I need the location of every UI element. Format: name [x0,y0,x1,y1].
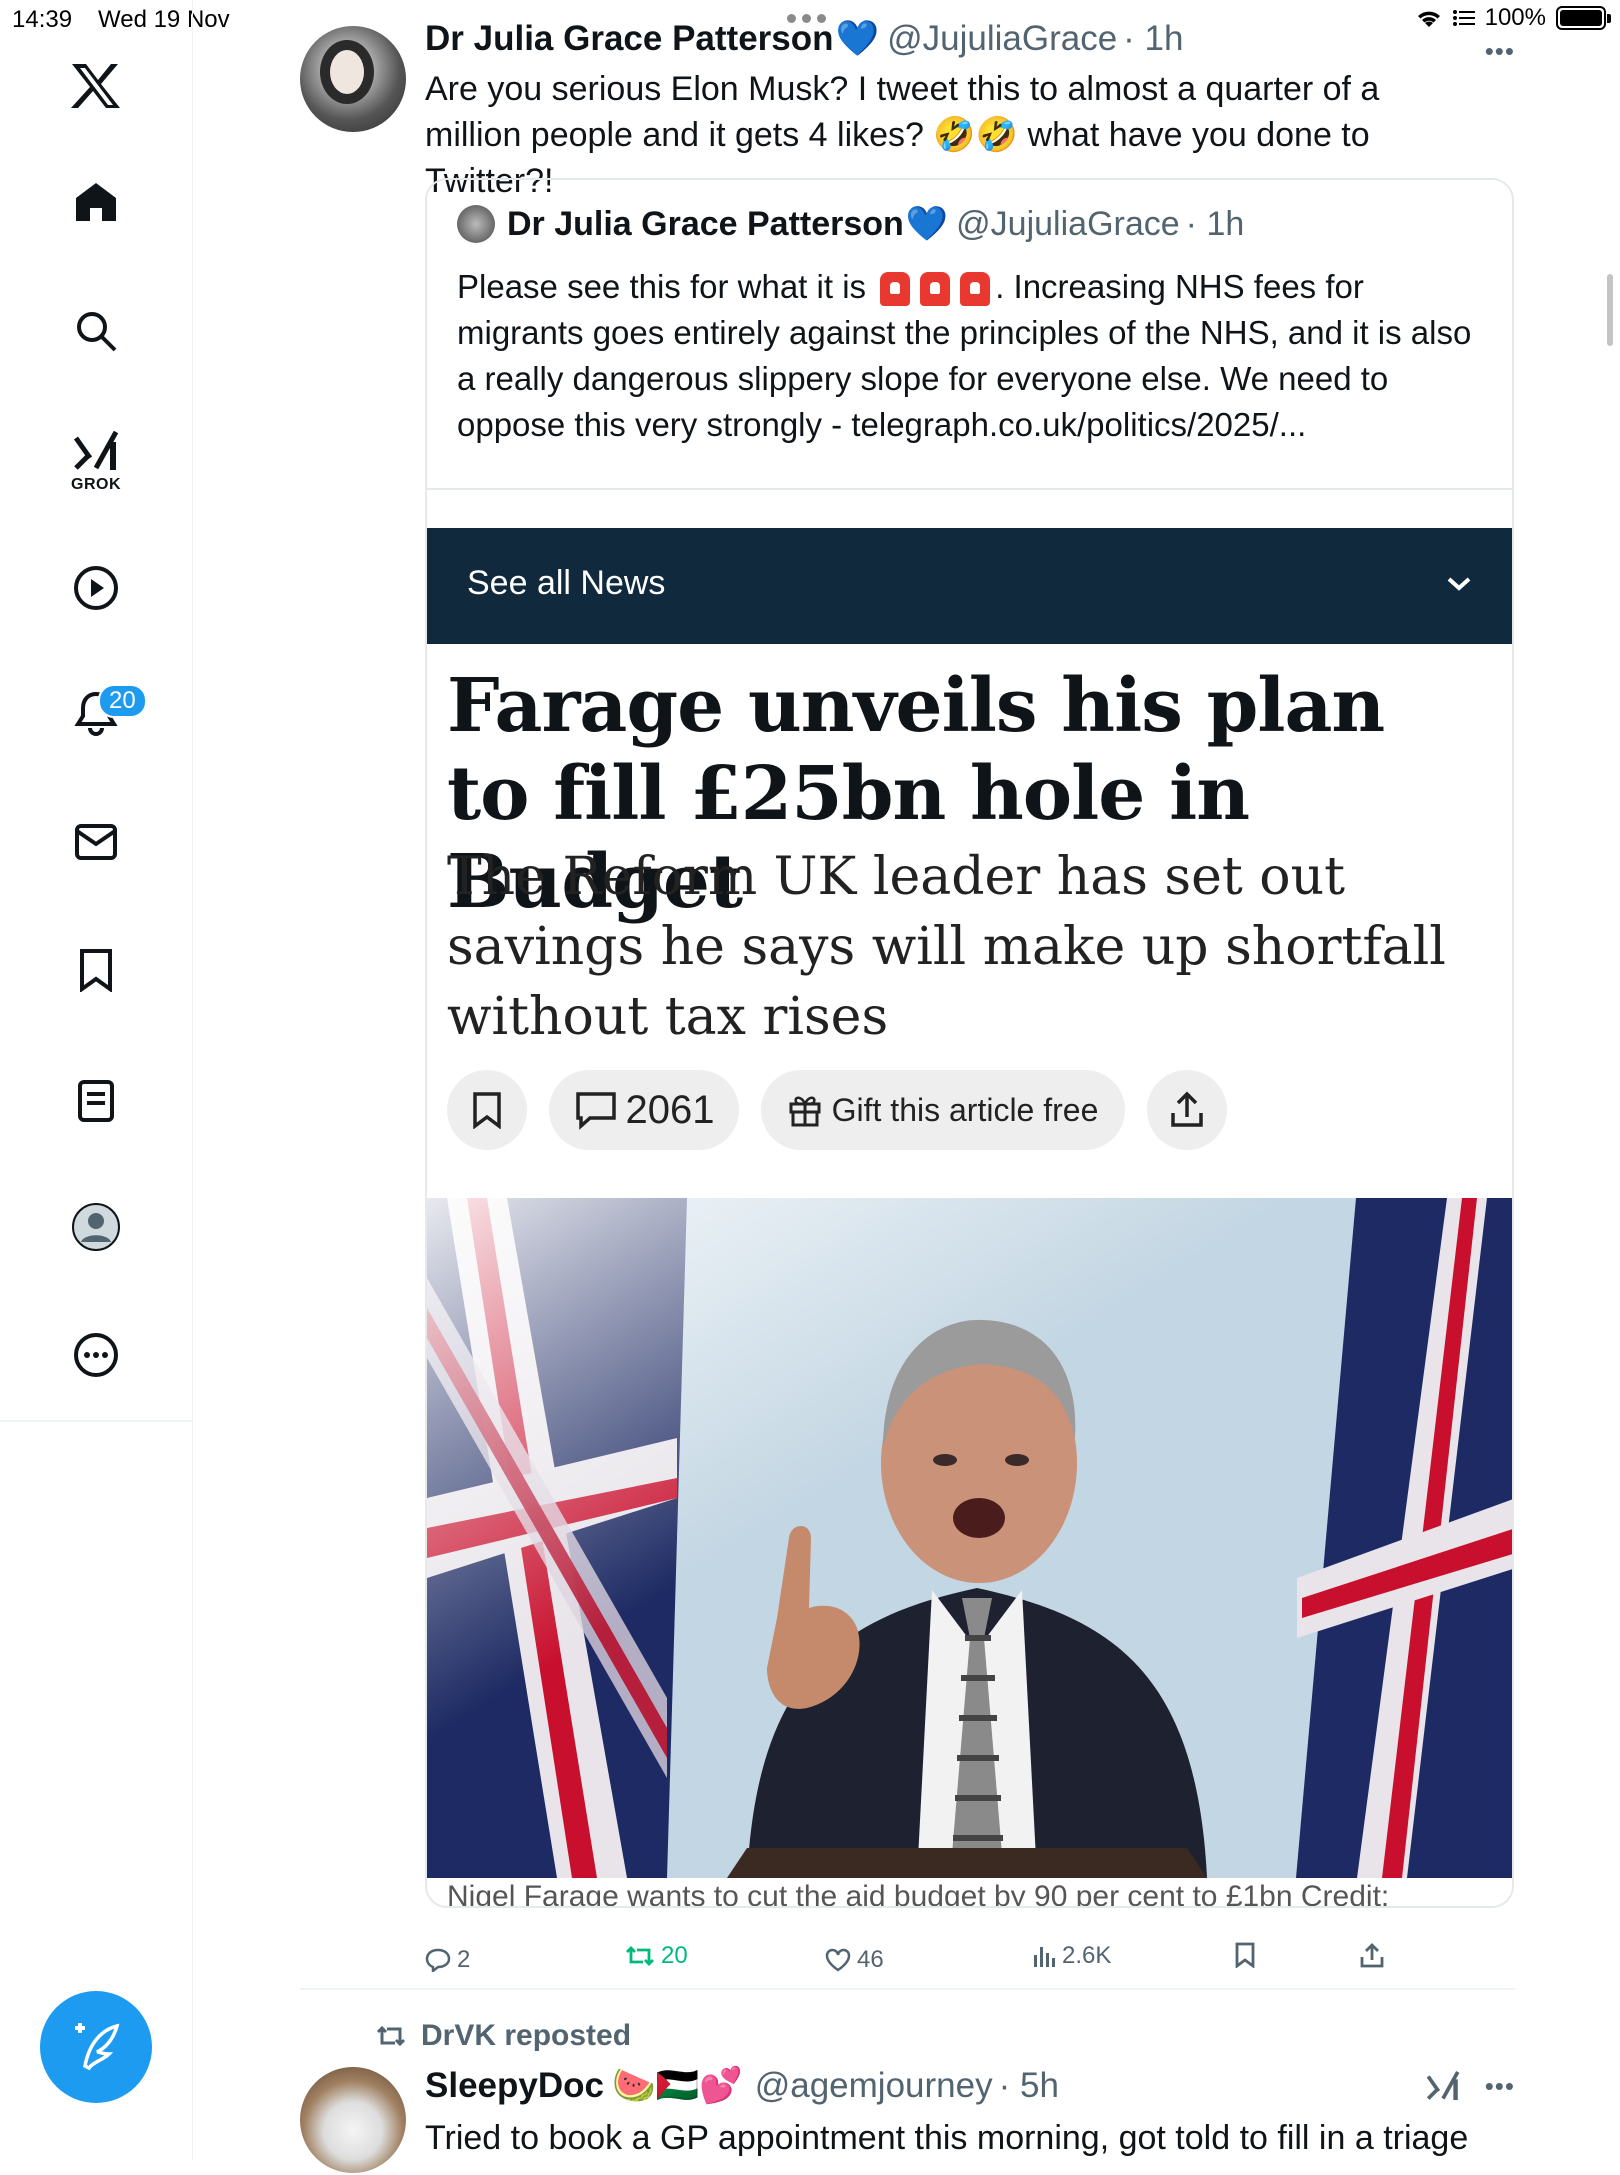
bookmark-icon [473,1092,501,1129]
status-indicators: 100% [1415,4,1611,32]
compose-post-button[interactable] [40,1991,152,2103]
bookmark-button[interactable] [1235,1942,1255,1968]
tweet[interactable]: DrVK reposted SleepyDoc 🍉🇵🇸💕 @agemjourne… [300,2015,1515,2175]
scrollbar[interactable] [1607,274,1613,346]
video-icon[interactable] [73,565,119,611]
repost-icon [626,1946,654,1966]
views-count: 2.6K [1062,1942,1112,1969]
article-photo-image [427,1198,1512,1878]
quote-author-handle: @JujuliaGrace [956,205,1180,243]
share-button[interactable] [1360,1942,1384,1968]
avatar[interactable] [300,26,406,132]
tweet-divider [300,1988,1515,1990]
more-options-icon[interactable]: ••• [1485,36,1515,67]
article-share-button[interactable] [1147,1070,1227,1150]
blue-heart-icon: 💙 [835,19,880,58]
reply-button[interactable]: 2 [425,1946,470,1974]
name-emojis: 🍉🇵🇸💕 [611,2066,743,2105]
article-bookmark-button[interactable] [447,1070,527,1150]
photo-caption: Nigel Farage wants to cut the aid budget… [447,1880,1390,1908]
quote-divider [427,488,1512,490]
battery-percent: 100% [1484,4,1546,31]
article-comments-button[interactable]: 2061 [549,1070,739,1150]
comment-count: 2061 [625,1087,715,1132]
tweet-text: Tried to book a GP appointment this morn… [425,2119,1469,2157]
author-name[interactable]: SleepyDoc [425,2066,604,2106]
more-icon[interactable] [73,1332,119,1378]
search-icon[interactable] [74,309,118,353]
tweet-header: Dr Julia Grace Patterson 💙 @JujuliaGrace… [425,18,1183,59]
notifications-badge: 20 [98,684,147,718]
home-icon[interactable] [74,180,118,224]
tweet-time: · 5h [998,2066,1059,2105]
tweet-time: · 1h [1123,19,1184,58]
repost-indicator: DrVK reposted [375,2019,631,2053]
tweet-actions: 2 20 46 2.6K [425,1942,1435,1986]
like-button[interactable]: 46 [825,1946,884,1974]
avatar[interactable] [300,2067,406,2173]
sidebar-divider [0,1420,192,1422]
blue-heart-icon: 💙 [905,205,949,243]
quote-header: Dr Julia Grace Patterson 💙 @JujuliaGrace… [457,204,1244,244]
comment-icon [575,1092,616,1130]
grok-icon[interactable] [1425,2069,1461,2108]
more-options-icon[interactable]: ••• [1485,2071,1515,2102]
quote-text-start: Please see this for what it is [457,268,867,305]
profile-icon[interactable] [71,1202,121,1252]
reply-icon [425,1948,451,1972]
compose-post-icon [75,2023,120,2071]
author-handle[interactable]: @JujuliaGrace [887,19,1117,59]
repost-label[interactable]: DrVK reposted [421,2019,631,2053]
repost-button[interactable]: 20 [625,1942,688,1970]
like-count: 46 [857,1946,884,1973]
views-button[interactable]: 2.6K [1032,1942,1111,1970]
grok-icon[interactable]: GROK [71,428,121,494]
chevron-down-icon [1447,577,1471,591]
grok-label: GROK [71,476,121,493]
article-actions: 2061 Gift this article free [447,1070,1227,1150]
siren-icon [960,272,991,307]
reply-count: 2 [457,1946,471,1973]
lists-icon[interactable] [77,1079,115,1123]
gift-article-button[interactable]: Gift this article free [761,1070,1125,1150]
sidebar: GROK 20 [0,0,193,2160]
quoted-tweet[interactable]: Dr Julia Grace Patterson 💙 @JujuliaGrace… [425,178,1514,1908]
repost-icon [376,2025,406,2047]
views-icon [1034,1947,1055,1967]
see-all-news-bar[interactable]: See all News [427,528,1512,644]
bookmark-icon [1235,1942,1255,1968]
heart-icon [825,1948,851,1972]
tweet-header: SleepyDoc 🍉🇵🇸💕 @agemjourney · 5h [425,2065,1059,2106]
quote-avatar [457,205,495,243]
gift-icon [789,1096,821,1127]
x-logo-icon[interactable] [70,62,122,110]
list-status-icon [1452,10,1475,26]
siren-icon [920,272,951,307]
siren-icon [880,272,911,307]
quote-author-name: Dr Julia Grace Patterson [507,205,904,243]
gift-label: Gift this article free [831,1091,1099,1128]
author-handle[interactable]: @agemjourney [755,2066,993,2106]
share-icon [1171,1091,1203,1127]
author-name[interactable]: Dr Julia Grace Patterson [425,19,834,59]
article-standfirst: The Reform UK leader has set out savings… [447,847,1446,1047]
article-photo[interactable] [427,1198,1512,1878]
quote-time: · 1h [1185,205,1245,243]
repost-count: 20 [661,1942,688,1969]
bookmarks-icon[interactable] [78,948,114,992]
wifi-icon [1417,11,1440,27]
battery-icon [1556,6,1611,30]
see-all-news-label: See all News [467,564,666,602]
quote-text: Please see this for what it is . Increas… [457,264,1487,448]
messages-icon[interactable] [74,823,118,861]
share-icon [1360,1943,1384,1968]
